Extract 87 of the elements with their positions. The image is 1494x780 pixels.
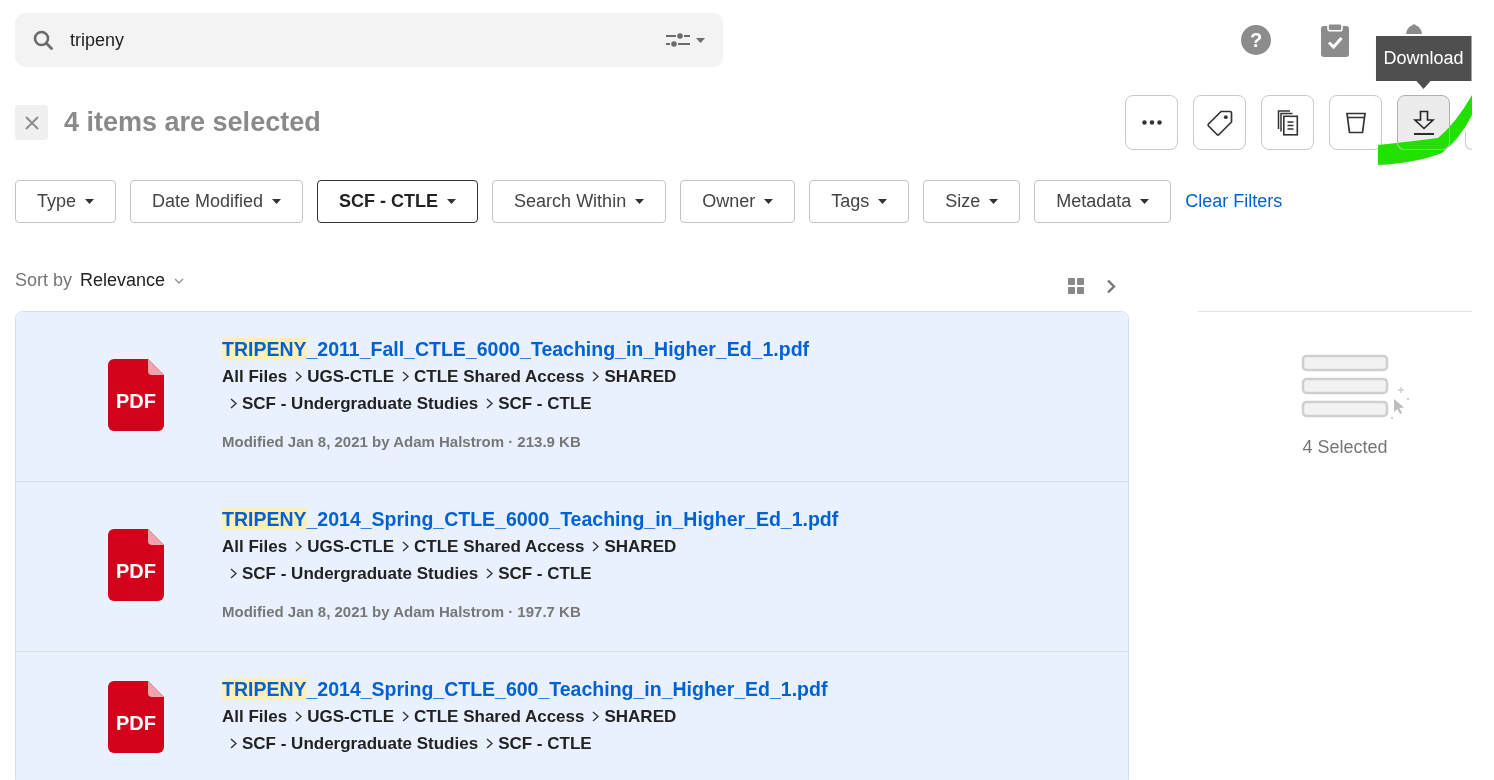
- breadcrumb-link[interactable]: UGS-CTLE: [307, 703, 395, 730]
- result-item[interactable]: PDF TRIPENY_2014_Spring_CTLE_6000_Teaching_in_Higher_Ed_1.pdf All Files UGS-CTLE CTLE Shared Access SHARED SCF - Undergraduate Studies SCF - CTLE Modified Jan 8, 2021 by Adam Halstrom · 197.7 KB: [16, 482, 1128, 652]
- chevron-right-icon: [486, 568, 494, 579]
- file-name-link[interactable]: TRIPENY_2014_Spring_CTLE_6000_Teaching_in_Higher_Ed_1.pdf: [222, 506, 839, 532]
- sliders-icon: [666, 32, 690, 48]
- chevron-right-icon: [402, 541, 410, 552]
- caret-icon: [85, 199, 95, 204]
- pdf-file-icon: PDF: [108, 528, 164, 601]
- breadcrumb-link[interactable]: All Files: [222, 363, 288, 390]
- caret-icon: [764, 199, 774, 204]
- caret-icon: [989, 199, 999, 204]
- clear-filters-link[interactable]: Clear Filters: [1185, 188, 1283, 215]
- caret-icon: [447, 199, 457, 204]
- breadcrumb-link[interactable]: SCF - CTLE: [498, 730, 592, 757]
- chevron-right-icon: [295, 541, 303, 552]
- file-details: Modified Jan 8, 2021 by Adam Halstrom · 197.7 KB: [222, 602, 582, 622]
- filter-button[interactable]: Search Within: [492, 180, 667, 223]
- caret-icon: [1140, 199, 1150, 204]
- breadcrumb-link[interactable]: CTLE Shared Access: [414, 363, 585, 390]
- filter-button[interactable]: SCF - CTLE: [317, 180, 479, 223]
- search-icon: [33, 30, 53, 50]
- breadcrumb-link[interactable]: SHARED: [604, 533, 677, 560]
- filter-button[interactable]: Size: [923, 180, 1021, 223]
- file-name-link[interactable]: TRIPENY_2014_Spring_CTLE_600_Teaching_in_Higher_Ed_1.pdf: [222, 676, 828, 702]
- pdf-file-icon: PDF: [108, 358, 164, 431]
- clear-selection-button[interactable]: [15, 105, 48, 140]
- pdf-file-icon: PDF: [108, 680, 164, 753]
- tag-icon: [1205, 108, 1234, 137]
- breadcrumb-link[interactable]: CTLE Shared Access: [414, 533, 585, 560]
- clipboard-check-icon[interactable]: [1321, 23, 1349, 57]
- search-options-button[interactable]: [666, 32, 705, 48]
- chevron-right-icon: [230, 568, 237, 579]
- filter-button[interactable]: Tags: [809, 180, 910, 223]
- breadcrumb-link[interactable]: SCF - CTLE: [498, 390, 592, 417]
- grid-view-icon[interactable]: [1068, 278, 1084, 294]
- breadcrumb-link[interactable]: SCF - CTLE: [498, 560, 592, 587]
- breadcrumb-link[interactable]: SCF - Undergraduate Studies: [242, 560, 479, 587]
- breadcrumb-link[interactable]: SCF - Undergraduate Studies: [242, 390, 479, 417]
- breadcrumb-link[interactable]: CTLE Shared Access: [414, 703, 585, 730]
- filter-button[interactable]: Owner: [680, 180, 796, 223]
- chevron-right-icon: [486, 398, 494, 409]
- chevron-right-icon[interactable]: [1106, 278, 1116, 294]
- caret-icon: [696, 37, 705, 43]
- chevron-right-icon: [592, 371, 600, 382]
- breadcrumb-link[interactable]: SCF - Undergraduate Studies: [242, 730, 479, 757]
- filter-button[interactable]: Metadata: [1034, 180, 1172, 223]
- delete-button[interactable]: [1329, 95, 1382, 150]
- download-tooltip: Download: [1375, 36, 1472, 89]
- result-item[interactable]: PDF TRIPENY_2014_Spring_CTLE_600_Teaching_in_Higher_Ed_1.pdf All Files UGS-CTLE CTLE Shared Access SHARED SCF - Undergraduate Studies SCF - CTLE: [16, 652, 1128, 780]
- trash-icon: [1344, 111, 1367, 134]
- chevron-right-icon: [402, 371, 410, 382]
- filter-button[interactable]: Type: [15, 180, 117, 223]
- documents-icon: [1276, 109, 1299, 136]
- copy-button[interactable]: [1261, 95, 1314, 150]
- chevron-right-icon: [592, 711, 600, 722]
- selected-count: 4 Selected: [1301, 436, 1389, 459]
- breadcrumb-link[interactable]: SHARED: [604, 363, 677, 390]
- sort-label: Sort by: [15, 269, 73, 292]
- file-name-link[interactable]: TRIPENY_2011_Fall_CTLE_6000_Teaching_in_Higher_Ed_1.pdf: [222, 336, 810, 362]
- caret-icon: [878, 199, 888, 204]
- bell-icon[interactable]: [1405, 23, 1423, 34]
- result-item[interactable]: PDF TRIPENY_2011_Fall_CTLE_6000_Teaching_in_Higher_Ed_1.pdf All Files UGS-CTLE CTLE Shared Access SHARED SCF - Undergraduate Studies SCF - CTLE Modified Jan 8, 2021 by Adam Halstrom · 213.9 KB: [16, 312, 1128, 482]
- caret-icon: [635, 199, 645, 204]
- chevron-right-icon: [230, 738, 237, 749]
- chevron-right-icon: [295, 371, 303, 382]
- chevron-right-icon: [486, 738, 494, 749]
- breadcrumb-link[interactable]: UGS-CTLE: [307, 363, 395, 390]
- sort-dropdown[interactable]: Relevance: [80, 267, 185, 294]
- filter-button[interactable]: Date Modified: [130, 180, 304, 223]
- chevron-right-icon: [295, 711, 303, 722]
- download-icon: [1411, 109, 1436, 136]
- breadcrumb-link[interactable]: SHARED: [604, 703, 677, 730]
- close-icon: [24, 115, 39, 130]
- search-input[interactable]: tripeny: [70, 26, 210, 54]
- breadcrumb-link[interactable]: All Files: [222, 703, 288, 730]
- selection-list-icon: [1301, 354, 1411, 420]
- breadcrumb-link[interactable]: All Files: [222, 533, 288, 560]
- ellipsis-icon: [1141, 120, 1162, 125]
- breadcrumb-link[interactable]: UGS-CTLE: [307, 533, 395, 560]
- chevron-right-icon: [592, 541, 600, 552]
- file-details: Modified Jan 8, 2021 by Adam Halstrom · 213.9 KB: [222, 432, 582, 452]
- tag-button[interactable]: [1193, 95, 1246, 150]
- chevron-right-icon: [402, 711, 410, 722]
- selection-title: 4 items are selected: [64, 106, 321, 140]
- caret-icon: [272, 199, 282, 204]
- chevron-right-icon: [230, 398, 237, 409]
- chevron-down-icon: [174, 277, 185, 284]
